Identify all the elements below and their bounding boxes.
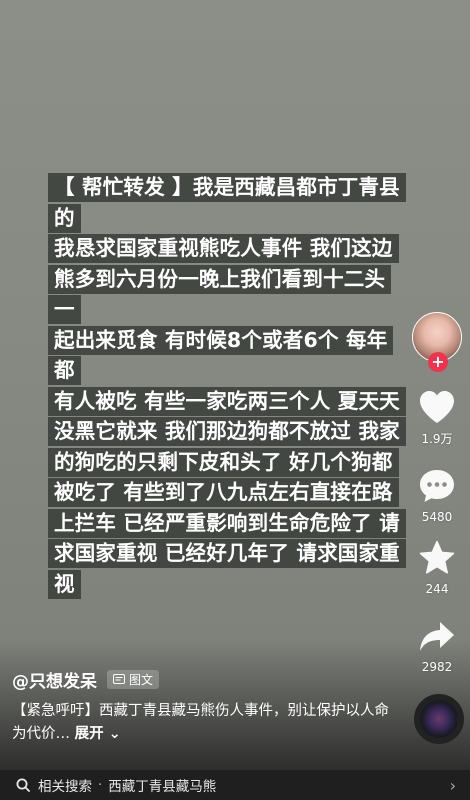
comment-button[interactable]: 5480	[407, 468, 467, 524]
author-name[interactable]: @只想发呆	[12, 667, 97, 692]
badge-label: 图文	[129, 672, 154, 687]
post-line: 没黑它就来 我们那边狗都不放过 我家	[48, 417, 406, 446]
description-text: 【紧急呼吁】西藏丁青县藏马熊伤人事件，别让保护以人命为代价…	[12, 703, 389, 742]
post-line: 求国家重视 已经好几年了 请求国家重	[48, 539, 406, 568]
author-row: @只想发呆 图文	[12, 666, 160, 692]
post-line: 【 帮忙转发 】我是西藏昌都市丁青县的	[48, 173, 406, 233]
share-count: 2982	[421, 660, 453, 674]
search-icon	[16, 778, 30, 792]
like-count: 1.9万	[421, 432, 453, 446]
related-separator: ·	[98, 777, 103, 793]
related-search-bar[interactable]: 相关搜索 · 西藏丁青县藏马熊 ›	[0, 770, 470, 800]
heart-icon	[420, 391, 454, 423]
chevron-right-icon: ›	[449, 776, 456, 795]
comment-icon	[420, 470, 454, 502]
music-disc[interactable]	[414, 694, 464, 744]
post-line: 的狗吃的只剩下皮和头了 好几个狗都	[48, 447, 399, 477]
author-avatar-button[interactable]: +	[412, 312, 462, 372]
image-text-icon	[113, 674, 125, 684]
chevron-down-icon: ⌄	[108, 726, 121, 742]
expand-button[interactable]: 展开 ⌄	[75, 726, 121, 742]
post-line: 视	[48, 569, 81, 599]
follow-plus-icon[interactable]: +	[428, 352, 448, 372]
post-description: 【紧急呼吁】西藏丁青县藏马熊伤人事件，别让保护以人命为代价… 展开 ⌄	[12, 700, 402, 746]
favorite-button[interactable]: 244	[407, 540, 467, 596]
post-line: 被吃了 有些到了八九点左右直接在路	[48, 478, 399, 507]
related-search-label: 相关搜索	[38, 779, 92, 795]
share-button[interactable]: 2982	[407, 620, 467, 674]
post-line: 起出来觅食 有时候8个或者6个 每年都	[48, 325, 394, 385]
related-search-query[interactable]: 西藏丁青县藏马熊	[108, 775, 216, 795]
comment-count: 5480	[421, 510, 453, 524]
post-line: 有人被吃 有些一家吃两三个人 夏天天	[48, 386, 406, 416]
post-line: 我恳求国家重视熊吃人事件 我们这边	[48, 234, 399, 263]
post-line: 熊多到六月份一晚上我们看到十二头一	[48, 264, 392, 324]
like-button[interactable]: 1.9万	[407, 390, 467, 447]
post-text-block: 【 帮忙转发 】我是西藏昌都市丁青县的 我恳求国家重视熊吃人事件 我们这边 熊多…	[48, 172, 410, 599]
image-text-badge: 图文	[107, 669, 160, 689]
star-icon	[419, 540, 455, 574]
favorite-count: 244	[425, 582, 449, 596]
post-line: 上拦车 已经严重影响到生命危险了 请	[48, 508, 406, 538]
share-icon	[420, 622, 454, 651]
